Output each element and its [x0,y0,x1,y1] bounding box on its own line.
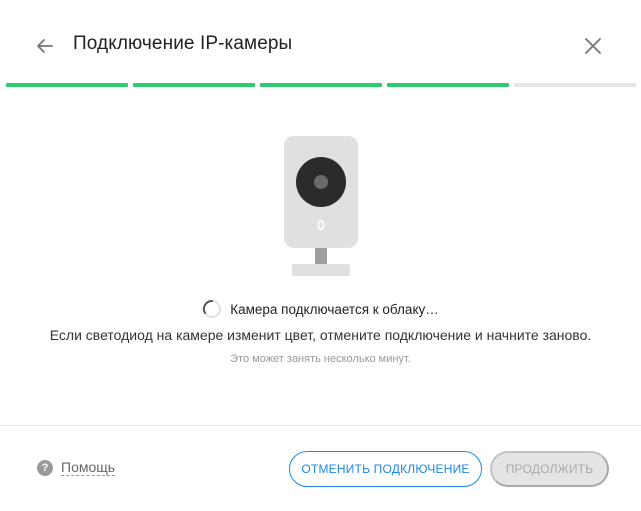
step-progress [6,83,636,87]
progress-step [260,83,382,87]
cancel-connection-button[interactable]: ОТМЕНИТЬ ПОДКЛЮЧЕНИЕ [289,451,482,487]
progress-step [514,83,636,87]
hint-text: Это может занять несколько минут. [230,353,411,365]
loading-spinner-icon [203,299,222,318]
progress-step [6,83,128,87]
help-label: Помощь [61,459,116,476]
arrow-left-icon [37,39,53,53]
connect-camera-dialog: Подключение IP-камеры Камера подключаетс… [0,0,641,511]
ip-camera-illustration [283,135,359,277]
close-button[interactable] [581,34,605,58]
connection-status: Камера подключается к облаку… [0,299,641,319]
question-icon: ? [37,459,53,476]
back-button[interactable] [33,34,57,58]
progress-step [387,83,509,87]
ip-camera-icon [284,136,358,276]
footer-divider [0,425,641,426]
progress-step [133,83,255,87]
continue-button[interactable]: ПРОДОЛЖИТЬ [490,451,609,487]
close-icon [585,38,601,54]
dialog-header: Подключение IP-камеры [0,0,641,84]
help-link[interactable]: ? Помощь [37,459,116,476]
info-text: Если светодиод на камере изменит цвет, о… [49,327,592,343]
dialog-title: Подключение IP-камеры [73,33,293,54]
status-text: Камера подключается к облаку… [230,301,439,317]
